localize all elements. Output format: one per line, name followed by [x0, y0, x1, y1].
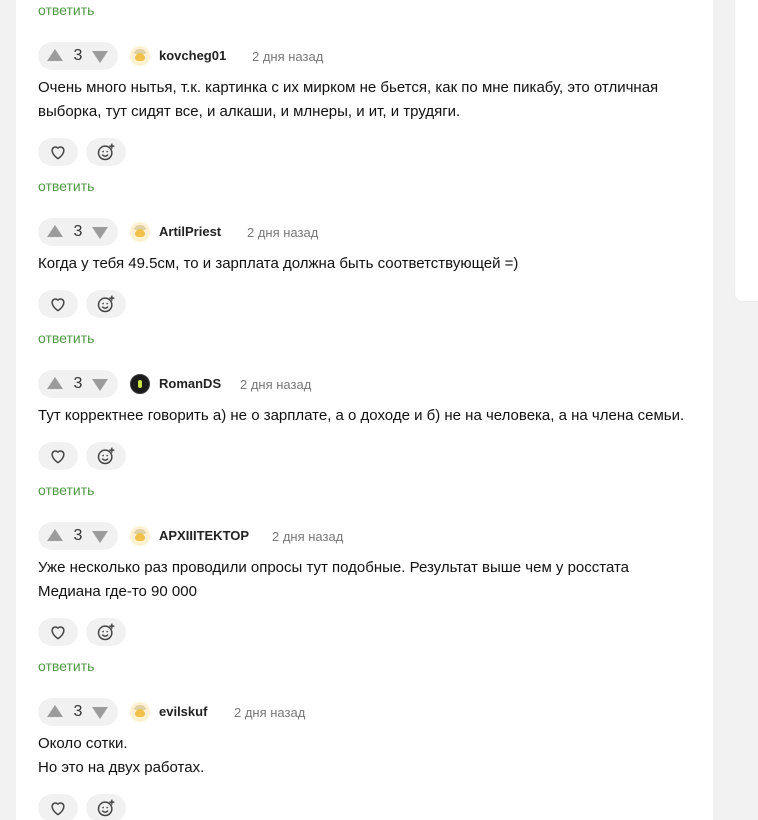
comment-username[interactable]: kovcheg01 [159, 48, 226, 63]
comment-actions [38, 618, 138, 646]
comment-time: 2 дня назад [252, 49, 324, 64]
comment-score: 3 [73, 375, 83, 392]
comment: 3 RomanDS 2 дня назад Тут корректнее гов… [38, 370, 698, 428]
upvote-arrow-icon[interactable] [47, 49, 63, 61]
comment-text-line: выборка, тут сидят все, и алкаши, и млне… [38, 103, 461, 120]
comment-header: 3 APXIIITEKTOP 2 дня назад [38, 522, 698, 550]
comment-text-line: Очень много нытья, т.к. картинка с их ми… [38, 79, 659, 96]
like-button[interactable] [38, 138, 78, 166]
vote-control: 3 [38, 370, 118, 398]
vote-control: 3 [38, 218, 118, 246]
smiley-plus-icon [97, 447, 115, 465]
comment-score: 3 [73, 527, 83, 544]
comment-actions [38, 794, 138, 820]
downvote-arrow-icon[interactable] [92, 379, 108, 391]
comment-score: 3 [73, 47, 83, 64]
heart-icon [51, 802, 65, 816]
avatar[interactable] [130, 46, 150, 66]
add-reaction-button[interactable] [86, 618, 126, 646]
like-button[interactable] [38, 794, 78, 820]
downvote-arrow-icon[interactable] [92, 51, 108, 63]
comments-panel: ответить 3 kovcheg01 2 дня назад Очень м… [16, 0, 713, 820]
smiley-plus-icon [97, 623, 115, 641]
heart-icon [51, 626, 65, 640]
comment-actions [38, 290, 138, 318]
comment: 3 ArtilPriest 2 дня назад Когда у тебя 4… [38, 218, 698, 276]
reply-link[interactable]: ответить [38, 658, 94, 674]
comment-actions [38, 138, 138, 166]
like-button[interactable] [38, 290, 78, 318]
comment-username[interactable]: RomanDS [159, 376, 221, 391]
heart-icon [51, 298, 65, 312]
comment-score: 3 [73, 223, 83, 240]
comment-username[interactable]: ArtilPriest [159, 224, 221, 239]
like-button[interactable] [38, 442, 78, 470]
comment-text: Тут корректнее говорить а) не о зарплате… [38, 404, 698, 428]
upvote-arrow-icon[interactable] [47, 705, 63, 717]
vote-control: 3 [38, 42, 118, 70]
comment-time: 2 дня назад [247, 225, 319, 240]
vote-control: 3 [38, 698, 118, 726]
downvote-arrow-icon[interactable] [92, 707, 108, 719]
comment-text: Когда у тебя 49.5см, то и зарплата должн… [38, 252, 698, 276]
comment-text-line: Уже несколько раз проводили опросы тут п… [38, 559, 630, 576]
avatar[interactable] [130, 526, 150, 546]
comment-text-line: Тут корректнее говорить а) не о зарплате… [38, 407, 685, 424]
reply-link[interactable]: ответить [38, 178, 94, 194]
comment-username[interactable]: APXIIITEKTOP [159, 528, 249, 543]
comment-score: 3 [73, 703, 83, 720]
sidebar-card [734, 0, 758, 302]
comment-actions [38, 442, 138, 470]
reply-link[interactable]: ответить [38, 482, 94, 498]
comment-header: 3 kovcheg01 2 дня назад [38, 42, 698, 70]
smiley-plus-icon [97, 295, 115, 313]
add-reaction-button[interactable] [86, 442, 126, 470]
avatar[interactable] [130, 374, 150, 394]
like-button[interactable] [38, 618, 78, 646]
upvote-arrow-icon[interactable] [47, 377, 63, 389]
comment-text-line: Но это на двух работах. [38, 759, 205, 776]
heart-icon [51, 450, 65, 464]
add-reaction-button[interactable] [86, 794, 126, 820]
add-reaction-button[interactable] [86, 138, 126, 166]
comment: 3 evilskuf 2 дня назад Около сотки. Но э… [38, 698, 698, 780]
comment: 3 kovcheg01 2 дня назад Очень много ныть… [38, 42, 698, 124]
comment-text-line: Около сотки. [38, 735, 128, 752]
comment-text: Очень много нытья, т.к. картинка с их ми… [38, 76, 698, 124]
comment-text: Уже несколько раз проводили опросы тут п… [38, 556, 698, 604]
upvote-arrow-icon[interactable] [47, 529, 63, 541]
comment-text-line: Медиана где-то 90 000 [38, 583, 197, 600]
avatar[interactable] [130, 222, 150, 242]
downvote-arrow-icon[interactable] [92, 531, 108, 543]
heart-icon [51, 146, 65, 160]
comment: 3 APXIIITEKTOP 2 дня назад Уже несколько… [38, 522, 698, 604]
avatar[interactable] [130, 702, 150, 722]
comment-header: 3 evilskuf 2 дня назад [38, 698, 698, 726]
vote-control: 3 [38, 522, 118, 550]
comment-header: 3 ArtilPriest 2 дня назад [38, 218, 698, 246]
reply-link[interactable]: ответить [38, 330, 94, 346]
comment-text-line: Когда у тебя 49.5см, то и зарплата должн… [38, 255, 519, 272]
comment-username[interactable]: evilskuf [159, 704, 207, 719]
upvote-arrow-icon[interactable] [47, 225, 63, 237]
reply-link[interactable]: ответить [38, 2, 94, 18]
smiley-plus-icon [97, 143, 115, 161]
add-reaction-button[interactable] [86, 290, 126, 318]
comment-time: 2 дня назад [234, 705, 306, 720]
comment-text: Около сотки. Но это на двух работах. [38, 732, 698, 780]
smiley-plus-icon [97, 799, 115, 817]
comment-header: 3 RomanDS 2 дня назад [38, 370, 698, 398]
comment-time: 2 дня назад [240, 377, 312, 392]
downvote-arrow-icon[interactable] [92, 227, 108, 239]
comment-time: 2 дня назад [272, 529, 344, 544]
